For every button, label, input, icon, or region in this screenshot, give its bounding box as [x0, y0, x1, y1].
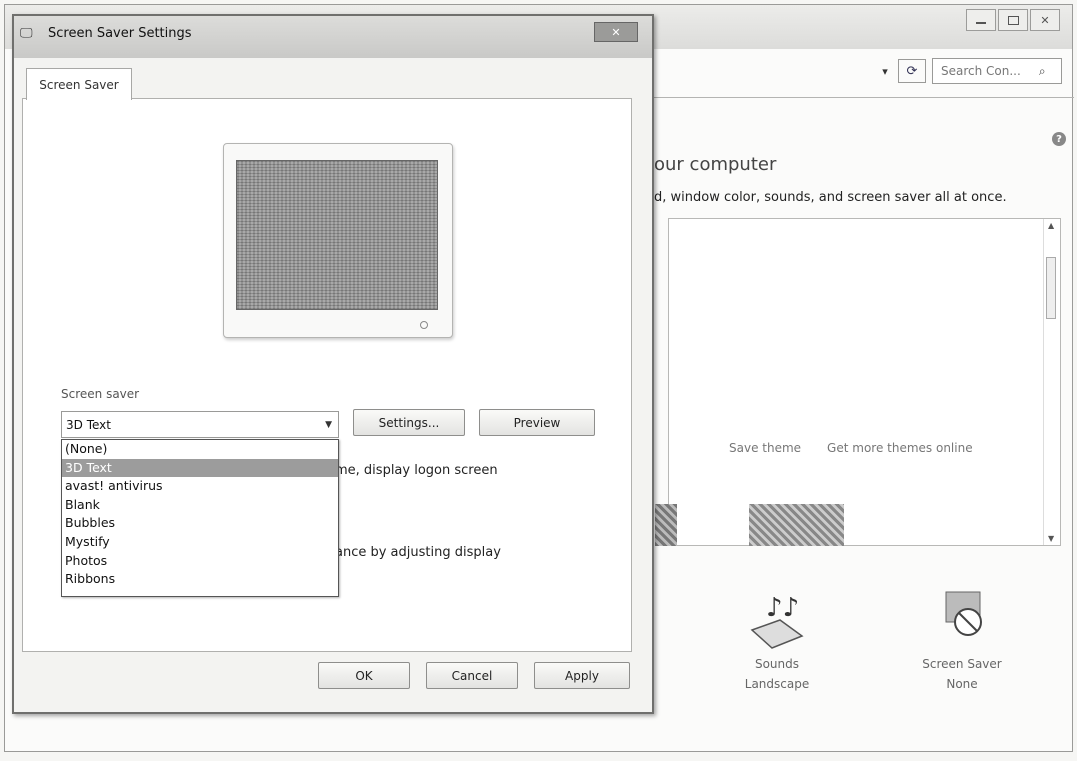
window-controls: ✕ [966, 9, 1060, 31]
search-icon: ⌕ [1038, 63, 1046, 78]
dropdown-option[interactable]: (None) [62, 440, 338, 459]
close-button[interactable]: ✕ [1030, 9, 1060, 31]
help-icon[interactable]: ? [1052, 132, 1066, 146]
preview-screen [236, 160, 438, 310]
minimize-button[interactable] [966, 9, 996, 31]
screen-saver-selected: 3D Text [66, 417, 111, 432]
sounds-icon: ♪♪ [732, 586, 822, 650]
screen-saver-dropdown-list[interactable]: (None) 3D Text avast! antivirus Blank Bu… [61, 439, 339, 597]
screen-saver-settings-dialog: 🖵 Screen Saver Settings ✕ Screen Saver S… [12, 14, 654, 714]
sounds-item[interactable]: ♪♪ Sounds Landscape [732, 586, 822, 694]
monitor-power-icon [420, 321, 428, 329]
address-dropdown-button[interactable]: ▾ [873, 59, 897, 83]
close-icon: ✕ [1040, 13, 1050, 27]
get-more-themes-link[interactable]: Get more themes online [827, 441, 973, 455]
screen-saver-tab-panel: Screen saver 3D Text ▼ Settings... Previ… [22, 98, 632, 652]
personalization-content: ? our computer d, window color, sounds, … [650, 97, 1074, 738]
dropdown-option[interactable]: Bubbles [62, 514, 338, 533]
preview-monitor [223, 143, 453, 338]
dropdown-option[interactable]: Photos [62, 552, 338, 571]
screen-saver-item[interactable]: Screen Saver None [912, 586, 1012, 694]
theme-thumbnail[interactable] [749, 504, 844, 546]
chevron-down-icon: ▼ [325, 420, 332, 430]
refresh-button[interactable]: ⟳ [898, 59, 926, 83]
sounds-value: Landscape [744, 677, 810, 691]
themes-scrollbar[interactable]: ▲ ▼ [1043, 219, 1060, 545]
dropdown-option-selected[interactable]: 3D Text [62, 458, 338, 478]
tab-screen-saver[interactable]: Screen Saver [26, 68, 132, 100]
dropdown-option[interactable]: Mystify [62, 533, 338, 552]
screen-saver-settings-icon: 🖵 [20, 26, 33, 41]
scroll-down-icon[interactable]: ▼ [1048, 534, 1054, 543]
minimize-icon [976, 22, 986, 24]
dropdown-option[interactable]: avast! antivirus [62, 477, 338, 496]
themes-list[interactable]: ▲ ▼ Save theme Get more themes online [655, 218, 1061, 546]
close-icon: ✕ [611, 25, 621, 39]
preview-button[interactable]: Preview [479, 409, 595, 436]
screen-saver-label: Screen saver [61, 387, 140, 401]
scrollbar-thumb[interactable] [1046, 257, 1056, 319]
maximize-button[interactable] [998, 9, 1028, 31]
dialog-close-button[interactable]: ✕ [594, 22, 638, 42]
screen-saver-value: None [946, 677, 978, 691]
dialog-title: Screen Saver Settings [48, 26, 192, 41]
dropdown-option[interactable]: Blank [62, 496, 338, 515]
search-placeholder: Search Con... [941, 64, 1021, 78]
sounds-label: Sounds [754, 657, 800, 671]
screen-saver-icon [912, 586, 1012, 650]
ok-button[interactable]: OK [318, 662, 410, 689]
logon-option-text: me, display logon screen [335, 463, 498, 478]
maximize-icon [1007, 15, 1019, 25]
dropdown-option[interactable]: Ribbons [62, 570, 338, 589]
screen-saver-select[interactable]: 3D Text ▼ [61, 411, 339, 438]
scroll-up-icon[interactable]: ▲ [1048, 221, 1054, 230]
theme-thumbnail[interactable] [655, 504, 677, 546]
page-heading: our computer [654, 154, 777, 175]
screen-saver-label: Screen Saver [922, 657, 1002, 671]
power-settings-text: ance by adjusting display [335, 545, 501, 560]
chevron-down-icon: ▾ [882, 64, 888, 78]
apply-button[interactable]: Apply [534, 662, 630, 689]
dialog-titlebar: 🖵 Screen Saver Settings ✕ [14, 16, 652, 58]
cancel-button[interactable]: Cancel [426, 662, 518, 689]
save-theme-link[interactable]: Save theme [729, 441, 801, 455]
page-subtitle: d, window color, sounds, and screen save… [654, 190, 1007, 205]
theme-links: Save theme Get more themes online [729, 441, 973, 455]
settings-button[interactable]: Settings... [353, 409, 465, 436]
svg-text:♪♪: ♪♪ [766, 593, 799, 623]
search-input[interactable]: Search Con... ⌕ [932, 58, 1062, 84]
refresh-icon: ⟳ [906, 63, 918, 79]
